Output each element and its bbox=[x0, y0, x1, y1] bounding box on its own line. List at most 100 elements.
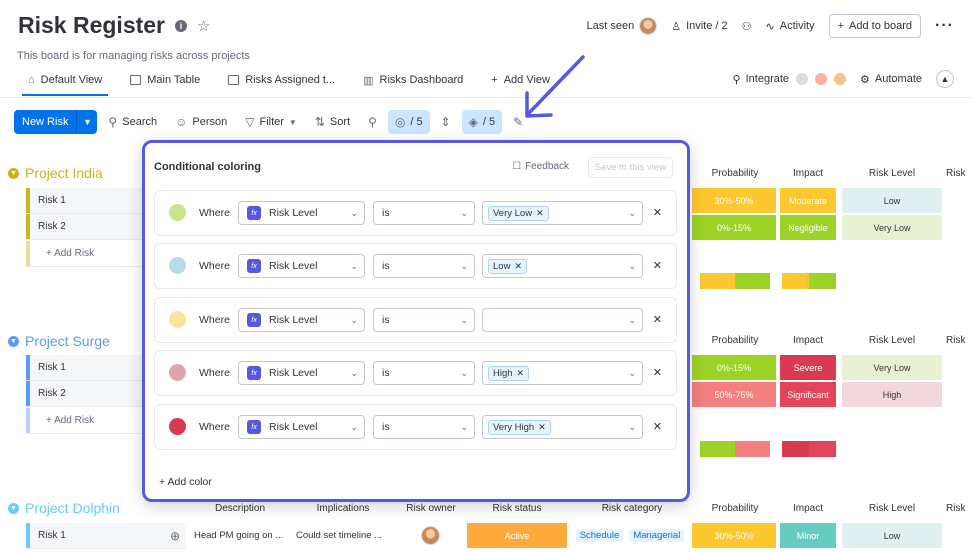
probability-cell[interactable]: 30%-50% bbox=[692, 188, 776, 213]
column-header-description[interactable]: Description bbox=[200, 503, 280, 514]
color-swatch[interactable] bbox=[169, 364, 186, 381]
probability-cell[interactable]: 50%-75% bbox=[692, 382, 776, 407]
value-select[interactable]: High ✕ ⌄ bbox=[482, 361, 643, 385]
star-icon[interactable]: ☆ bbox=[197, 17, 210, 35]
row-height-button[interactable]: ⇕ bbox=[434, 110, 458, 134]
value-select[interactable]: Very High ✕ ⌄ bbox=[482, 415, 643, 439]
column-header-probability[interactable]: Probability bbox=[700, 168, 770, 179]
implications-cell[interactable]: Could set timeline ... bbox=[292, 523, 392, 548]
chevron-down-icon[interactable]: ▼ bbox=[8, 335, 19, 347]
column-header-risk[interactable]: Risk bbox=[946, 168, 972, 179]
risk-level-cell[interactable]: Low bbox=[842, 523, 942, 548]
group-title[interactable]: ▼ Project Dolphin bbox=[8, 500, 120, 516]
tab-default-view[interactable]: ⌂ Default View bbox=[14, 66, 116, 96]
close-icon[interactable]: ✕ bbox=[653, 313, 662, 326]
table-row[interactable]: Risk 1 bbox=[26, 188, 142, 214]
operator-select[interactable]: is ⌄ bbox=[373, 415, 475, 439]
close-icon[interactable]: ✕ bbox=[514, 261, 522, 272]
pin-button[interactable]: ⚲ bbox=[361, 110, 384, 134]
activity-button[interactable]: ∿ Activity bbox=[766, 20, 815, 33]
column-header-risk[interactable]: Risk bbox=[946, 335, 972, 346]
tab-risks-dashboard[interactable]: ▥ Risks Dashboard bbox=[349, 66, 477, 94]
table-row[interactable]: Risk 2 bbox=[26, 214, 142, 240]
more-options-icon[interactable]: ··· bbox=[935, 17, 954, 35]
impact-cell[interactable]: Negligible bbox=[780, 215, 836, 240]
operator-select[interactable]: is ⌄ bbox=[373, 201, 475, 225]
table-row[interactable]: Risk 1 bbox=[26, 355, 142, 381]
filter-button[interactable]: ▽ Filter ▼ bbox=[238, 110, 304, 134]
table-row[interactable]: Risk 2 bbox=[26, 381, 142, 407]
probability-cell[interactable]: 0%-15% bbox=[692, 215, 776, 240]
invite-button[interactable]: ♙ Invite / 2 bbox=[671, 20, 727, 33]
column-header-risk[interactable]: Risk bbox=[946, 503, 972, 514]
column-header-impact[interactable]: Impact bbox=[780, 335, 836, 346]
new-risk-button[interactable]: New Risk ▼ bbox=[14, 110, 98, 134]
integrate-button[interactable]: ⚲ Integrate bbox=[733, 73, 847, 86]
close-icon[interactable]: ✕ bbox=[653, 366, 662, 379]
impact-cell[interactable]: Moderate bbox=[780, 188, 836, 213]
group-title[interactable]: ▼ Project Surge bbox=[8, 333, 110, 349]
close-icon[interactable]: ✕ bbox=[653, 420, 662, 433]
info-icon[interactable]: i bbox=[175, 19, 188, 32]
column-header-risk-level[interactable]: Risk Level bbox=[842, 168, 942, 179]
column-select[interactable]: fx Risk Level ⌄ bbox=[238, 308, 365, 332]
add-risk-row[interactable]: + Add Risk bbox=[26, 408, 142, 434]
risk-owner-cell[interactable] bbox=[396, 523, 464, 548]
add-to-board-button[interactable]: + Add to board bbox=[828, 14, 922, 38]
column-header-probability[interactable]: Probability bbox=[700, 503, 770, 514]
chevron-down-icon[interactable]: ▼ bbox=[8, 502, 19, 514]
risk-level-cell[interactable]: Low bbox=[842, 188, 942, 213]
new-risk-label[interactable]: New Risk bbox=[14, 110, 78, 134]
tab-risks-assigned[interactable]: Risks Assigned t... bbox=[214, 66, 349, 94]
column-select[interactable]: fx Risk Level ⌄ bbox=[238, 201, 365, 225]
operator-select[interactable]: is ⌄ bbox=[373, 254, 475, 278]
probability-cell[interactable]: 30%-50% bbox=[692, 523, 776, 548]
last-seen[interactable]: Last seen bbox=[586, 17, 658, 35]
risk-level-cell[interactable]: Very Low bbox=[842, 215, 942, 240]
board-description[interactable]: This board is for managing risks across … bbox=[17, 50, 250, 62]
risk-status-cell[interactable]: Active bbox=[467, 523, 567, 548]
risk-level-cell[interactable]: High bbox=[842, 382, 942, 407]
color-swatch[interactable] bbox=[169, 418, 186, 435]
column-header-risk-owner[interactable]: Risk owner bbox=[396, 503, 466, 514]
column-header-probability[interactable]: Probability bbox=[700, 335, 770, 346]
column-header-risk-level[interactable]: Risk Level bbox=[842, 335, 942, 346]
value-select[interactable]: Very Low ✕ ⌄ bbox=[482, 201, 643, 225]
column-select[interactable]: fx Risk Level ⌄ bbox=[238, 415, 365, 439]
impact-cell[interactable]: Significant bbox=[780, 382, 836, 407]
integrations-button[interactable]: ⚇ bbox=[742, 20, 752, 33]
color-swatch[interactable] bbox=[169, 311, 186, 328]
column-header-impact[interactable]: Impact bbox=[780, 503, 836, 514]
chevron-down-icon[interactable]: ▼ bbox=[77, 110, 97, 134]
impact-cell[interactable]: Severe bbox=[780, 355, 836, 380]
value-select[interactable]: Low ✕ ⌄ bbox=[482, 254, 643, 278]
conditional-coloring-button[interactable]: ◈ / 5 bbox=[461, 110, 503, 134]
color-swatch[interactable] bbox=[169, 204, 186, 221]
risk-level-cell[interactable]: Very Low bbox=[842, 355, 942, 380]
column-header-risk-category[interactable]: Risk category bbox=[572, 503, 692, 514]
risk-category-cell[interactable]: Schedule Managerial bbox=[572, 523, 688, 548]
search-button[interactable]: ⚲ Search bbox=[101, 110, 164, 134]
add-color-button[interactable]: + Add color bbox=[159, 476, 212, 488]
column-header-risk-status[interactable]: Risk status bbox=[470, 503, 564, 514]
column-select[interactable]: fx Risk Level ⌄ bbox=[238, 254, 365, 278]
tab-main-table[interactable]: Main Table bbox=[116, 66, 214, 94]
column-select[interactable]: fx Risk Level ⌄ bbox=[238, 361, 365, 385]
table-row[interactable]: Risk 1 ⊕ bbox=[26, 523, 186, 549]
close-icon[interactable]: ✕ bbox=[536, 208, 544, 219]
close-icon[interactable]: ✕ bbox=[517, 368, 525, 379]
board-title[interactable]: Risk Register bbox=[18, 12, 165, 39]
hide-columns-button[interactable]: ◎ / 5 bbox=[387, 110, 430, 134]
operator-select[interactable]: is ⌄ bbox=[373, 361, 475, 385]
person-filter-button[interactable]: ☺ Person bbox=[168, 110, 234, 134]
group-title[interactable]: ▼ Project India bbox=[8, 165, 103, 181]
sort-button[interactable]: ⇅ Sort bbox=[308, 110, 357, 134]
value-select[interactable]: ⌄ bbox=[482, 308, 643, 332]
column-header-impact[interactable]: Impact bbox=[780, 168, 836, 179]
probability-cell[interactable]: 0%-15% bbox=[692, 355, 776, 380]
feedback-button[interactable]: ☐ Feedback bbox=[512, 161, 569, 172]
chevron-down-icon[interactable]: ▼ bbox=[8, 167, 19, 179]
save-to-view-button[interactable]: Save to this view bbox=[587, 157, 673, 178]
close-icon[interactable]: ✕ bbox=[653, 206, 662, 219]
description-cell[interactable]: Head PM going on ... bbox=[190, 523, 286, 548]
